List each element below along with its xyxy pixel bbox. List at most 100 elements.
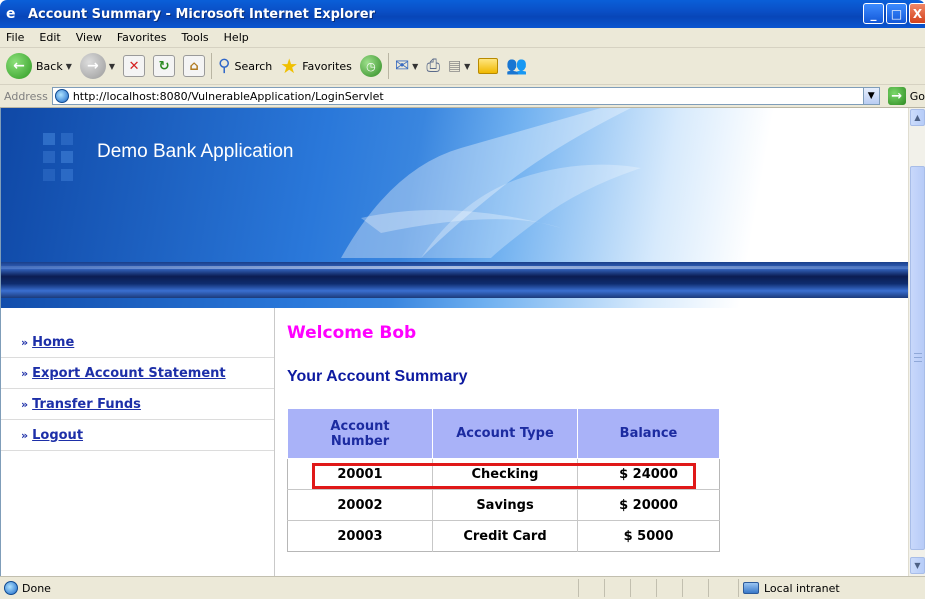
cell-account-type: Savings	[432, 489, 578, 521]
favorites-button[interactable]: ★ Favorites	[280, 54, 352, 78]
forward-button[interactable]: → ▼	[79, 53, 115, 79]
vertical-scrollbar[interactable]: ▲ ▼	[908, 108, 925, 576]
scrollbar-grip-icon	[914, 353, 922, 362]
edit-button[interactable]: ▤ ▼	[448, 58, 470, 74]
folder-icon	[478, 58, 499, 74]
page-viewport: Demo Bank Application » Home » Export Ac…	[0, 108, 908, 576]
cell-balance: $ 20000	[577, 489, 720, 521]
scroll-up-icon[interactable]: ▲	[910, 109, 925, 126]
cell-account-number: 20003	[287, 520, 433, 552]
status-text: Done	[22, 581, 51, 595]
history-icon[interactable]: ◷	[359, 55, 382, 77]
close-button[interactable]: X	[909, 3, 925, 24]
home-icon[interactable]: ⌂	[183, 55, 206, 77]
page-done-icon	[4, 581, 18, 595]
menu-tools[interactable]: Tools	[182, 31, 209, 44]
go-button[interactable]: → Go	[887, 87, 925, 105]
nav-arrow-icon: »	[21, 335, 29, 349]
nav-link-home[interactable]: Home	[32, 335, 74, 350]
account-summary-table: Account Number Account Type Balance 20001…	[287, 408, 720, 552]
nav-item-logout[interactable]: » Logout	[1, 420, 274, 451]
menu-help[interactable]: Help	[224, 31, 249, 44]
back-label: Back	[36, 59, 63, 73]
nav-arrow-icon: »	[21, 397, 29, 411]
favorites-label: Favorites	[302, 59, 352, 73]
menu-bar: File Edit View Favorites Tools Help	[0, 28, 925, 72]
toolbar-separator	[211, 53, 213, 79]
mail-dropdown-icon[interactable]: ▼	[412, 62, 418, 71]
menu-view[interactable]: View	[76, 31, 102, 44]
table-row: 20002 Savings $ 20000	[287, 489, 720, 521]
security-zone: Local intranet	[738, 579, 922, 597]
account-summary-heading: Your Account Summary	[287, 368, 468, 385]
page-icon	[54, 89, 69, 103]
forward-dropdown-icon[interactable]: ▼	[109, 62, 115, 71]
discuss-button[interactable]	[478, 58, 499, 74]
messenger-button[interactable]: 👥	[506, 56, 527, 76]
nav-arrow-icon: »	[21, 366, 29, 380]
nav-arrow-icon: »	[21, 428, 29, 442]
local-intranet-icon	[743, 582, 759, 594]
welcome-heading: Welcome Bob	[287, 323, 417, 343]
header-account-number-line2: Number	[330, 433, 390, 449]
forward-arrow-icon: →	[79, 53, 106, 79]
menu-file[interactable]: File	[6, 31, 24, 44]
address-dropdown-icon[interactable]: ▼	[862, 88, 879, 104]
menu-favorites[interactable]: Favorites	[117, 31, 167, 44]
search-icon: ⚲	[218, 56, 231, 76]
status-panel	[656, 579, 682, 597]
search-button[interactable]: ⚲ Search	[218, 56, 272, 76]
table-row: 20001 Checking $ 24000	[287, 458, 720, 490]
back-dropdown-icon[interactable]: ▼	[66, 62, 72, 71]
edit-dropdown-icon[interactable]: ▼	[464, 62, 470, 71]
header-balance: Balance	[577, 408, 720, 459]
main-content: Welcome Bob Your Account Summary Account…	[287, 308, 887, 576]
nav-link-logout[interactable]: Logout	[32, 428, 83, 443]
cell-account-number: 20001	[287, 458, 433, 490]
maximize-button[interactable]: □	[886, 3, 907, 24]
window-title: Account Summary - Microsoft Internet Exp…	[28, 6, 375, 22]
status-bar: Done Local intranet	[0, 576, 925, 599]
window-controls: _ □ X	[863, 3, 925, 24]
left-navigation: » Home » Export Account Statement » Tran…	[1, 308, 275, 576]
address-field[interactable]: http://localhost:8080/VulnerableApplicat…	[51, 87, 880, 105]
nav-item-transfer[interactable]: » Transfer Funds	[1, 389, 274, 420]
banner-wave-graphic	[341, 108, 641, 258]
cell-balance: $ 24000	[577, 458, 720, 490]
scrollbar-thumb[interactable]	[910, 166, 925, 550]
nav-link-export-account-statement[interactable]: Export Account Statement	[32, 366, 226, 381]
cell-account-type: Checking	[432, 458, 578, 490]
header-account-number-line1: Account	[330, 418, 390, 434]
messenger-icon: 👥	[506, 56, 528, 76]
print-button[interactable]: ⎙	[426, 56, 440, 76]
header-account-type: Account Type	[432, 408, 578, 459]
go-label: Go	[909, 89, 925, 103]
search-label: Search	[234, 59, 273, 73]
status-panel	[578, 579, 604, 597]
refresh-icon[interactable]: ↻	[153, 55, 176, 77]
banner-title: Demo Bank Application	[97, 141, 294, 162]
nav-link-transfer-funds[interactable]: Transfer Funds	[32, 397, 141, 412]
banner-stripe-highlight	[1, 266, 908, 269]
nav-item-home[interactable]: » Home	[1, 327, 274, 358]
mail-button[interactable]: ✉ ▼	[395, 56, 418, 76]
mail-icon: ✉	[394, 56, 410, 76]
menu-edit[interactable]: Edit	[39, 31, 60, 44]
back-button[interactable]: ← Back ▼	[6, 53, 72, 79]
address-url[interactable]: http://localhost:8080/VulnerableApplicat…	[73, 90, 384, 103]
nav-item-export[interactable]: » Export Account Statement	[1, 358, 274, 389]
status-panel	[604, 579, 630, 597]
title-bar: e Account Summary - Microsoft Internet E…	[0, 0, 925, 28]
scroll-down-icon[interactable]: ▼	[910, 557, 925, 574]
minimize-button[interactable]: _	[863, 3, 884, 24]
toolbar-separator	[387, 53, 389, 79]
go-arrow-icon: →	[887, 87, 906, 105]
standard-toolbar: ← Back ▼ → ▼ ✕ ↻ ⌂ ⚲ Search ★ Favorites …	[0, 48, 925, 85]
site-banner: Demo Bank Application	[1, 108, 908, 308]
cell-account-type: Credit Card	[432, 520, 578, 552]
back-arrow-icon: ←	[6, 53, 32, 79]
address-label: Address	[4, 89, 48, 103]
address-bar: Address http://localhost:8080/Vulnerable…	[0, 85, 925, 108]
zone-label: Local intranet	[764, 581, 840, 595]
stop-icon[interactable]: ✕	[123, 55, 146, 77]
